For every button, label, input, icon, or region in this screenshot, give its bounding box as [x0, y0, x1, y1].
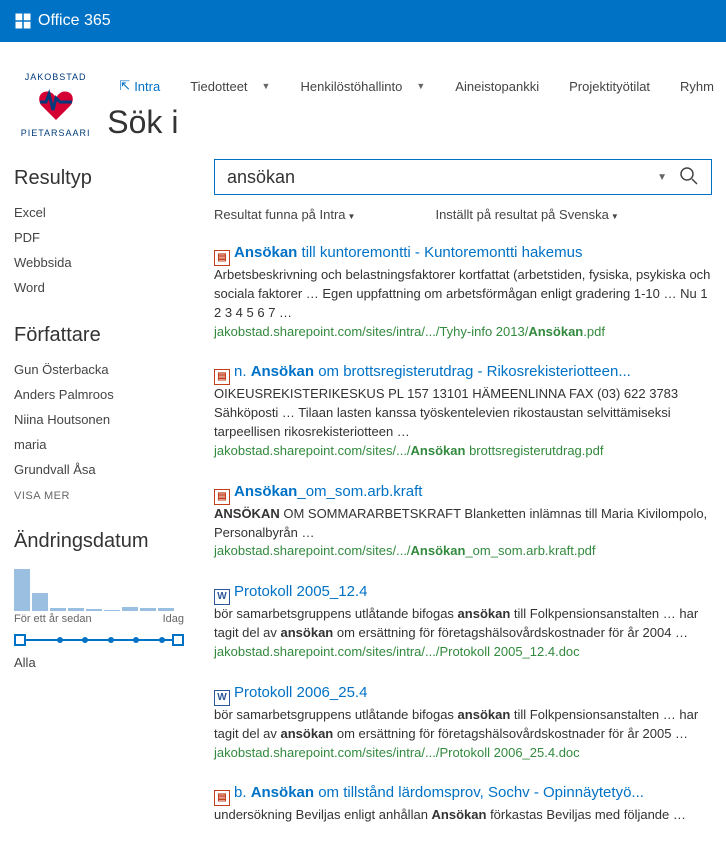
- refiner-item[interactable]: Word: [14, 275, 184, 300]
- refiner-list-resulttype: ExcelPDFWebbsidaWord: [14, 200, 184, 300]
- nav-item-intra[interactable]: ⇱Intra: [107, 74, 172, 98]
- histogram-bar[interactable]: [86, 609, 102, 611]
- histogram-bar[interactable]: [104, 610, 120, 611]
- result-url: jakobstad.sharepoint.com/sites/intra/...…: [214, 323, 712, 342]
- content: ▼ Resultat funna på Intra▼ Inställt på r…: [214, 159, 712, 845]
- histogram-right-label: Idag: [163, 613, 184, 625]
- refiner-list-author: Gun ÖsterbackaAnders PalmroosNiina Houts…: [14, 357, 184, 482]
- refiner-item[interactable]: Webbsida: [14, 250, 184, 275]
- result-url: jakobstad.sharepoint.com/sites/.../Ansök…: [214, 542, 712, 561]
- histogram-bar[interactable]: [32, 593, 48, 611]
- result-snippet: bör samarbetsgruppens utlåtande bifogas …: [214, 706, 712, 744]
- result-snippet: Arbetsbeskrivning och belastningsfaktore…: [214, 266, 712, 323]
- result-title: ▤n. Ansökan om brottsregisterutdrag - Ri…: [214, 361, 712, 385]
- refiner-heading-resulttype: Resultyp: [14, 167, 184, 190]
- header: JAKOBSTAD PIETARSAARI ⇱Intra Tiedotteet▼ H…: [0, 42, 726, 141]
- page-title: Sök i: [107, 104, 726, 141]
- result-title: ▤Ansökan till kuntoremontti - Kuntoremon…: [214, 242, 712, 266]
- search-result: ▤b. Ansökan om tillstånd lärdomsprov, So…: [214, 782, 712, 825]
- search-result: ▤Ansökan till kuntoremontti - Kuntoremon…: [214, 242, 712, 341]
- office-icon: [14, 12, 32, 30]
- nav-item-aineistopankki[interactable]: Aineistopankki: [443, 75, 551, 98]
- product-name: Office 365: [38, 12, 111, 30]
- brand-bottom-text: PIETARSAARI: [14, 128, 97, 138]
- result-title: ▤b. Ansökan om tillstånd lärdomsprov, So…: [214, 782, 712, 806]
- search-button[interactable]: [675, 166, 703, 189]
- filter-scope[interactable]: Resultat funna på Intra▼: [214, 207, 355, 222]
- topbar: Office 365: [0, 0, 726, 42]
- histogram-bar[interactable]: [68, 608, 84, 611]
- nav-item-henkilöstöhallinto[interactable]: Henkilöstöhallinto▼: [288, 75, 437, 98]
- search-result: WProtokoll 2006_25.4bör samarbetsgruppen…: [214, 682, 712, 763]
- result-link[interactable]: b. Ansökan om tillstånd lärdomsprov, Soc…: [234, 784, 644, 801]
- search-dropdown-icon[interactable]: ▼: [649, 172, 675, 183]
- search-result: WProtokoll 2005_12.4bör samarbetsgruppen…: [214, 581, 712, 662]
- top-nav: ⇱Intra Tiedotteet▼ Henkilöstöhallinto▼ Aine…: [107, 70, 726, 98]
- search-result: ▤Ansökan_om_som.arb.kraftANSÖKAN OM SOMM…: [214, 481, 712, 562]
- nav-item-projektityötilat[interactable]: Projektityötilat: [557, 75, 662, 98]
- result-title: WProtokoll 2005_12.4: [214, 581, 712, 605]
- search-result: ▤n. Ansökan om brottsregisterutdrag - Ri…: [214, 361, 712, 460]
- search-icon: [679, 166, 699, 186]
- result-title: WProtokoll 2006_25.4: [214, 682, 712, 706]
- pdf-icon: ▤: [214, 369, 230, 385]
- histogram-bar[interactable]: [122, 607, 138, 611]
- date-slider-all: Alla: [14, 655, 184, 670]
- result-snippet: bör samarbetsgruppens utlåtande bifogas …: [214, 605, 712, 643]
- nav-item-tiedotteet[interactable]: Tiedotteet▼: [178, 75, 282, 98]
- pdf-icon: ▤: [214, 489, 230, 505]
- refiner-item[interactable]: Niina Houtsonen: [14, 407, 184, 432]
- show-more-authors[interactable]: VISA MER: [14, 482, 184, 510]
- result-link[interactable]: n. Ansökan om brottsregisterutdrag - Rik…: [234, 363, 631, 380]
- nav-item-ryhm[interactable]: Ryhm: [668, 75, 726, 98]
- pdf-icon: ▤: [214, 790, 230, 806]
- result-url: jakobstad.sharepoint.com/sites/.../Ansök…: [214, 442, 712, 461]
- share-icon: ⇱: [119, 78, 130, 94]
- refiner-item[interactable]: Excel: [14, 200, 184, 225]
- result-link[interactable]: Ansökan_om_som.arb.kraft: [234, 483, 422, 500]
- doc-icon: W: [214, 690, 230, 706]
- brand-top-text: JAKOBSTAD: [14, 72, 97, 82]
- result-snippet: undersökning Beviljas enligt anhållan An…: [214, 806, 712, 825]
- search-box: ▼: [214, 159, 712, 195]
- result-title: ▤Ansökan_om_som.arb.kraft: [214, 481, 712, 505]
- doc-icon: W: [214, 589, 230, 605]
- search-input[interactable]: [227, 167, 649, 188]
- histogram-bar[interactable]: [14, 569, 30, 611]
- refiner-item[interactable]: Grundvall Åsa: [14, 457, 184, 482]
- date-histogram: För ett år sedan Idag Alla: [14, 563, 184, 670]
- pdf-icon: ▤: [214, 250, 230, 266]
- filter-row: Resultat funna på Intra▼ Inställt på res…: [214, 207, 712, 222]
- result-snippet: OIKEUSREKISTERIKESKUS PL 157 13101 HÄMEE…: [214, 385, 712, 442]
- brand-logo[interactable]: JAKOBSTAD PIETARSAARI: [14, 70, 97, 124]
- result-link[interactable]: Ansökan till kuntoremontti - Kuntoremont…: [234, 244, 582, 261]
- histogram-bar[interactable]: [140, 608, 156, 611]
- histogram-bar[interactable]: [158, 608, 174, 611]
- refiner-heading-author: Författare: [14, 324, 184, 347]
- refiner-item[interactable]: PDF: [14, 225, 184, 250]
- refiner-item[interactable]: Anders Palmroos: [14, 382, 184, 407]
- chevron-down-icon: ▼: [416, 81, 425, 91]
- office365-logo[interactable]: Office 365: [14, 12, 111, 30]
- heart-icon: [36, 84, 76, 124]
- sidebar: Resultyp ExcelPDFWebbsidaWord Författare…: [14, 159, 184, 845]
- chevron-down-icon: ▼: [262, 81, 271, 91]
- histogram-left-label: För ett år sedan: [14, 613, 92, 625]
- result-link[interactable]: Protokoll 2006_25.4: [234, 684, 367, 701]
- refiner-item[interactable]: maria: [14, 432, 184, 457]
- result-snippet: ANSÖKAN OM SOMMARARBETSKRAFT Blanketten …: [214, 505, 712, 543]
- refiner-heading-date: Ändringsdatum: [14, 530, 184, 553]
- refiner-item[interactable]: Gun Österbacka: [14, 357, 184, 382]
- results-list: ▤Ansökan till kuntoremontti - Kuntoremon…: [214, 242, 712, 825]
- filter-language[interactable]: Inställt på resultat på Svenska▼: [435, 207, 618, 222]
- result-url: jakobstad.sharepoint.com/sites/intra/...…: [214, 643, 712, 662]
- result-url: jakobstad.sharepoint.com/sites/intra/...…: [214, 744, 712, 763]
- date-slider[interactable]: [14, 631, 184, 649]
- result-link[interactable]: Protokoll 2005_12.4: [234, 583, 367, 600]
- histogram-bar[interactable]: [50, 608, 66, 611]
